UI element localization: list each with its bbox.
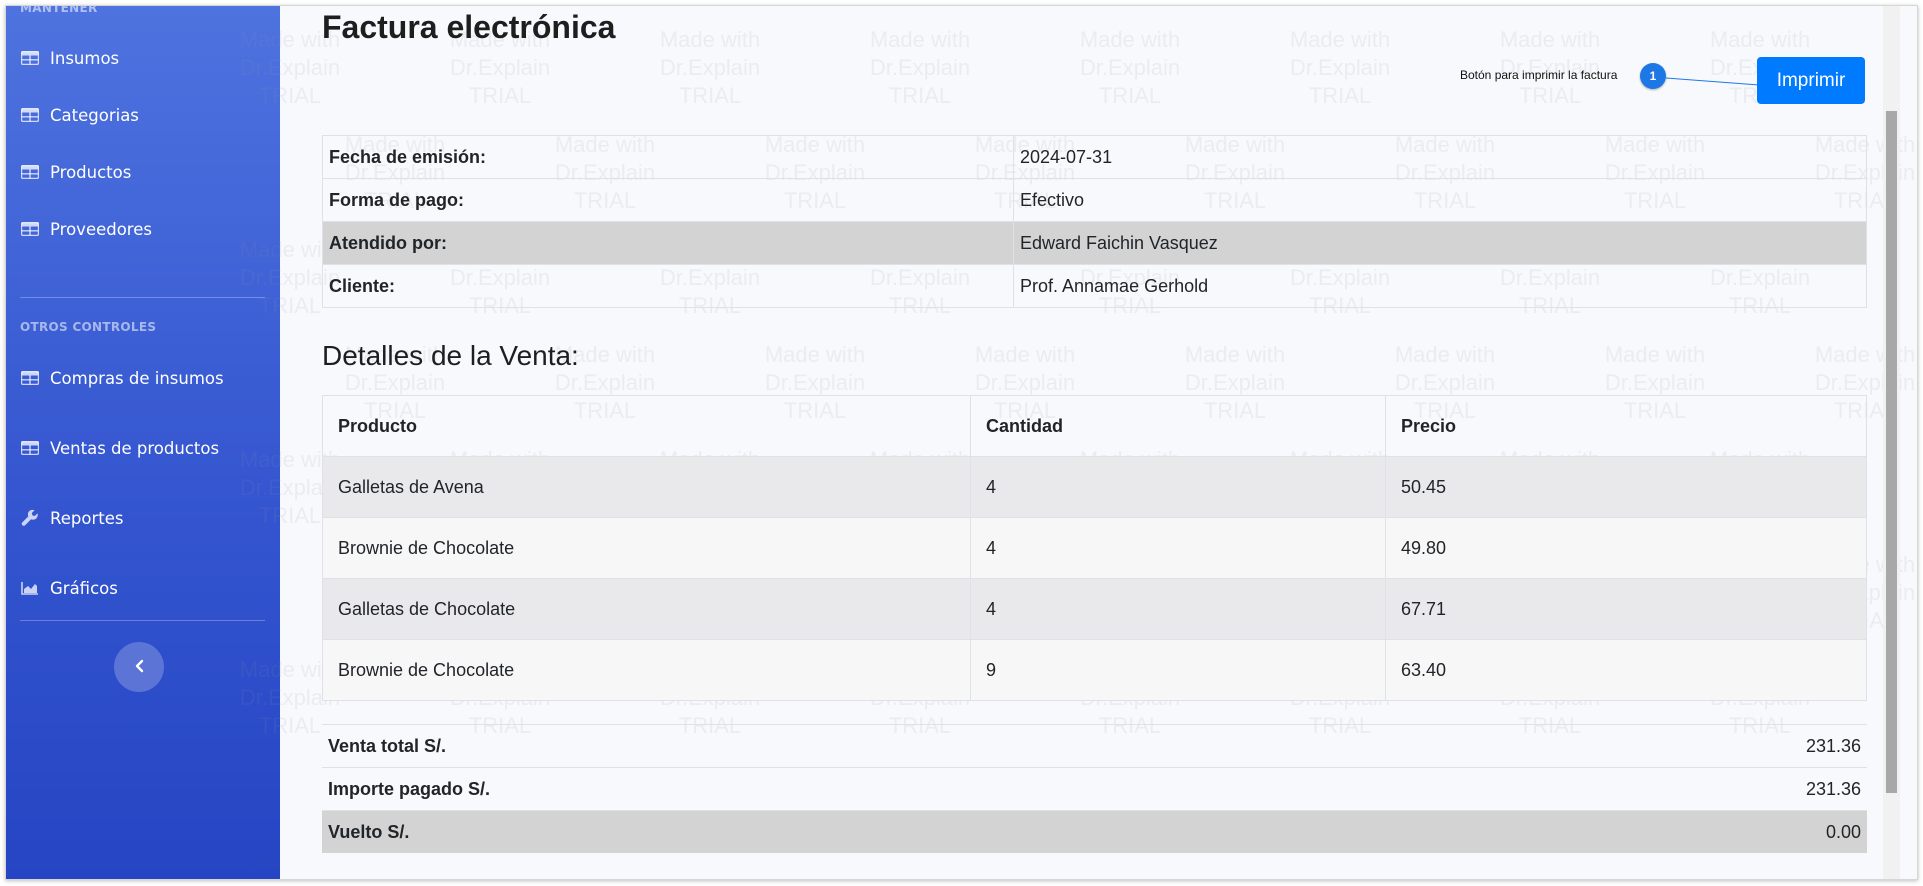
print-button[interactable]: Imprimir xyxy=(1757,57,1865,104)
sidebar-item-graficos[interactable]: Gráficos xyxy=(20,568,265,608)
wrench-icon xyxy=(20,509,40,526)
watermark-text: Made with Dr.Explain TRIAL xyxy=(1079,27,1181,108)
totals-row: Vuelto S/. 0.00 xyxy=(322,810,1867,853)
cell-product: Galletas de Chocolate xyxy=(322,578,971,640)
sidebar-divider xyxy=(20,620,265,621)
table-row: Brownie de Chocolate 4 49.80 xyxy=(322,517,1867,579)
info-value: Edward Faichin Vasquez xyxy=(1013,221,1867,265)
totals-label: Importe pagado S/. xyxy=(322,767,1438,811)
table-icon xyxy=(20,107,40,123)
cell-quantity: 4 xyxy=(970,456,1386,518)
totals-value: 231.36 xyxy=(1437,724,1867,768)
sidebar-item-label: Gráficos xyxy=(50,578,118,598)
invoice-info-table: Fecha de emisión: 2024-07-31 Forma de pa… xyxy=(322,135,1867,308)
callout-badge: 1 xyxy=(1640,63,1666,89)
sidebar: MANTENER Insumos Categorias Productos Pr… xyxy=(6,6,280,879)
cell-price: 49.80 xyxy=(1385,517,1867,579)
sidebar-item-label: Productos xyxy=(50,162,132,182)
info-label: Fecha de emisión: xyxy=(322,135,1014,179)
table-icon xyxy=(20,440,40,456)
sidebar-heading-otros-controles: OTROS CONTROLES xyxy=(20,320,157,334)
sidebar-item-label: Categorias xyxy=(50,105,139,125)
cell-price: 67.71 xyxy=(1385,578,1867,640)
vertical-scrollbar[interactable] xyxy=(1883,6,1900,879)
sidebar-item-productos[interactable]: Productos xyxy=(20,152,265,192)
sidebar-item-label: Insumos xyxy=(50,48,120,68)
sidebar-divider xyxy=(20,297,265,298)
watermark-text: Made with Dr.Explain TRIAL xyxy=(1289,27,1391,108)
main-content: Made with Dr.Explain TRIAL Made with Dr.E… xyxy=(240,6,1915,879)
info-value: Prof. Annamae Gerhold xyxy=(1013,264,1867,308)
info-value: 2024-07-31 xyxy=(1013,135,1867,179)
cell-price: 50.45 xyxy=(1385,456,1867,518)
totals-row: Venta total S/. 231.36 xyxy=(322,724,1867,768)
sidebar-item-insumos[interactable]: Insumos xyxy=(20,38,265,78)
totals-value: 0.00 xyxy=(1437,810,1867,853)
info-row: Fecha de emisión: 2024-07-31 xyxy=(322,135,1867,179)
totals-value: 231.36 xyxy=(1437,767,1867,811)
chevron-left-icon xyxy=(134,658,144,677)
info-value: Efectivo xyxy=(1013,178,1867,222)
cell-quantity: 9 xyxy=(970,639,1386,701)
sidebar-item-ventas-de-productos[interactable]: Ventas de productos xyxy=(20,428,265,468)
totals-table: Venta total S/. 231.36 Importe pagado S/… xyxy=(322,724,1867,853)
info-row: Atendido por: Edward Faichin Vasquez xyxy=(322,221,1867,265)
sidebar-item-label: Proveedores xyxy=(50,219,152,239)
callout-connector xyxy=(1666,77,1760,86)
totals-row: Importe pagado S/. 231.36 xyxy=(322,767,1867,811)
watermark-text: Made with Dr.Explain TRIAL xyxy=(659,27,761,108)
cell-price: 63.40 xyxy=(1385,639,1867,701)
cell-quantity: 4 xyxy=(970,578,1386,640)
sidebar-item-compras-de-insumos[interactable]: Compras de insumos xyxy=(20,358,265,398)
column-header-producto: Producto xyxy=(322,395,971,457)
table-row: Brownie de Chocolate 9 63.40 xyxy=(322,639,1867,701)
sidebar-item-label: Ventas de productos xyxy=(50,438,220,458)
totals-label: Vuelto S/. xyxy=(322,810,1438,853)
totals-label: Venta total S/. xyxy=(322,724,1438,768)
sidebar-item-categorias[interactable]: Categorias xyxy=(20,95,265,135)
column-header-cantidad: Cantidad xyxy=(970,395,1386,457)
sale-details-table: Producto Cantidad Precio Galletas de Ave… xyxy=(322,395,1867,701)
sidebar-item-reportes[interactable]: Reportes xyxy=(20,498,265,538)
sidebar-item-label: Reportes xyxy=(50,508,124,528)
section-title: Detalles de la Venta: xyxy=(322,340,579,371)
scrollbar-thumb[interactable] xyxy=(1886,111,1897,793)
table-icon xyxy=(20,50,40,66)
callout-label: Botón para imprimir la factura xyxy=(1460,68,1618,82)
cell-quantity: 4 xyxy=(970,517,1386,579)
area-chart-icon xyxy=(20,580,40,596)
sidebar-item-label: Compras de insumos xyxy=(50,368,224,388)
table-icon xyxy=(20,370,40,386)
app-window: MANTENER Insumos Categorias Productos Pr… xyxy=(5,5,1918,880)
table-header-row: Producto Cantidad Precio xyxy=(322,395,1867,457)
info-label: Atendido por: xyxy=(322,221,1014,265)
table-row: Galletas de Chocolate 4 67.71 xyxy=(322,578,1867,640)
cell-product: Brownie de Chocolate xyxy=(322,639,971,701)
info-label: Forma de pago: xyxy=(322,178,1014,222)
table-row: Galletas de Avena 4 50.45 xyxy=(322,456,1867,518)
table-icon xyxy=(20,221,40,237)
sidebar-toggle-button[interactable] xyxy=(114,642,164,692)
sidebar-heading-mantener: MANTENER xyxy=(20,5,98,15)
column-header-precio: Precio xyxy=(1385,395,1867,457)
info-row: Forma de pago: Efectivo xyxy=(322,178,1867,222)
info-row: Cliente: Prof. Annamae Gerhold xyxy=(322,264,1867,308)
watermark-text: Made with Dr.Explain TRIAL xyxy=(869,27,971,108)
cell-product: Galletas de Avena xyxy=(322,456,971,518)
table-icon xyxy=(20,164,40,180)
sidebar-item-proveedores[interactable]: Proveedores xyxy=(20,209,265,249)
cell-product: Brownie de Chocolate xyxy=(322,517,971,579)
info-label: Cliente: xyxy=(322,264,1014,308)
page-title: Factura electrónica xyxy=(322,9,616,45)
